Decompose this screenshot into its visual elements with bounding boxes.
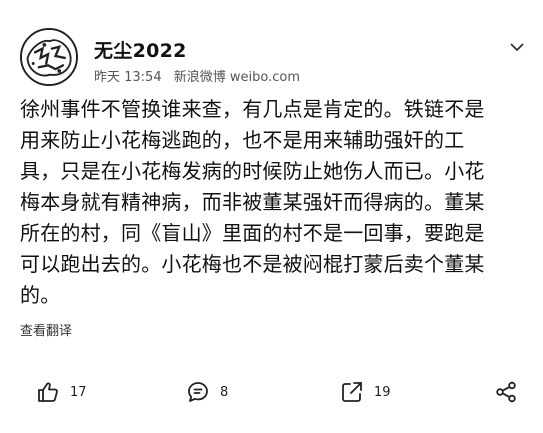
repost-count: 19 bbox=[374, 384, 391, 400]
like-count: 17 bbox=[70, 384, 87, 400]
content-line: 徐州事件不管换谁来查，有几点是肯定的。铁链不是 bbox=[20, 97, 485, 121]
action-bar: 17 8 19 bbox=[0, 370, 543, 414]
comment-count: 8 bbox=[220, 384, 229, 400]
repost-button[interactable]: 19 bbox=[340, 378, 391, 406]
post-source: 新浪微博 weibo.com bbox=[173, 70, 300, 85]
chevron-down-icon bbox=[510, 43, 524, 51]
content-line: 可以跑出去的。小花梅也不是被闷棍打蒙后卖个董某 bbox=[20, 252, 485, 276]
content-line: 梅本身就有精神病，而非被董某强奸而得病的。董某 bbox=[20, 190, 485, 214]
share-icon bbox=[496, 381, 516, 403]
comment-icon bbox=[188, 382, 208, 402]
post-meta: 昨天 13:54 新浪微博 weibo.com bbox=[94, 66, 300, 85]
more-options-button[interactable] bbox=[506, 38, 528, 56]
like-button[interactable]: 17 bbox=[36, 378, 87, 406]
weibo-post: 无尘2022 昨天 13:54 新浪微博 weibo.com 徐州事件不管换谁来… bbox=[0, 0, 543, 433]
content-line: 具，只是在小花梅发病的时候防止她伤人而已。小花 bbox=[20, 159, 485, 183]
post-content: 徐州事件不管换谁来查，有几点是肯定的。铁链不是 用来防止小花梅逃跑的，也不是用来… bbox=[20, 94, 528, 311]
comment-button[interactable]: 8 bbox=[186, 378, 228, 406]
content-line: 所在的村，同《盲山》里面的村不是一回事，要跑是 bbox=[20, 221, 485, 245]
post-time: 昨天 13:54 bbox=[94, 70, 162, 85]
content-line: 的。 bbox=[20, 283, 61, 307]
user-name[interactable]: 无尘2022 bbox=[94, 36, 187, 63]
thumbs-up-icon bbox=[38, 382, 58, 402]
content-line: 用来防止小花梅逃跑的，也不是用来辅助强奸的工 bbox=[20, 128, 465, 152]
avatar-image bbox=[22, 30, 76, 84]
repost-icon bbox=[342, 382, 362, 402]
translate-link[interactable]: 查看翻译 bbox=[20, 320, 72, 339]
share-button[interactable] bbox=[494, 378, 518, 406]
avatar[interactable] bbox=[20, 28, 78, 86]
